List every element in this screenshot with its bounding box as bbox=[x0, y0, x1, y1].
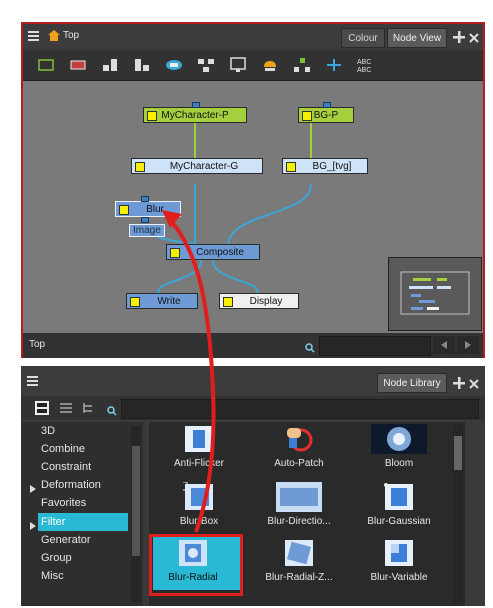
group-in-icon[interactable] bbox=[101, 57, 119, 73]
ungroup-icon[interactable] bbox=[165, 57, 183, 73]
node-view-header: Top Colour Node View bbox=[23, 24, 483, 50]
node-item-blur-radial-zoom[interactable]: Blur-Radial-Z... bbox=[249, 538, 349, 583]
node-image-label: Image bbox=[129, 224, 165, 237]
node-canvas[interactable]: MyCharacter-P BG-P MyCharacter-G BG_[tvg… bbox=[23, 81, 483, 333]
network-icon[interactable] bbox=[197, 57, 215, 73]
scroll-left-icon[interactable] bbox=[433, 336, 455, 354]
navigator-minimap[interactable] bbox=[388, 257, 482, 331]
search-icon[interactable] bbox=[107, 403, 117, 416]
branch-icon[interactable] bbox=[325, 57, 343, 73]
breadcrumb[interactable]: Top bbox=[63, 30, 79, 41]
node-port[interactable] bbox=[192, 102, 200, 108]
cloud-icon[interactable] bbox=[261, 57, 279, 73]
category-combine[interactable]: Combine bbox=[41, 440, 85, 458]
node-item-blur-variable[interactable]: Blur-Variable bbox=[349, 538, 449, 583]
node-view-panel: Top Colour Node View ABC ABC MyCharacter… bbox=[21, 22, 485, 358]
search-icon[interactable] bbox=[305, 340, 315, 353]
node-item-bloom[interactable]: Bloom bbox=[349, 424, 449, 469]
category-deformation[interactable]: Deformation bbox=[41, 476, 101, 494]
node-item-blur-directional[interactable]: Blur-Directio... bbox=[249, 482, 349, 527]
node-library-panel: Node Library 3D Combine Constraint Defor… bbox=[21, 366, 485, 606]
scroll-right-icon[interactable] bbox=[457, 336, 479, 354]
tab-node-library[interactable]: Node Library bbox=[377, 373, 447, 393]
node-library-header: Node Library bbox=[21, 366, 485, 396]
category-favorites[interactable]: Favorites bbox=[41, 494, 86, 512]
node-library-toolbar bbox=[21, 396, 485, 420]
category-list: 3D Combine Constraint Deformation Favori… bbox=[21, 422, 143, 606]
menu-icon[interactable] bbox=[28, 29, 40, 41]
node-mycharacter-p[interactable]: MyCharacter-P bbox=[143, 107, 247, 123]
tab-colour[interactable]: Colour bbox=[341, 28, 385, 48]
add-tab-icon[interactable] bbox=[453, 30, 465, 43]
node-write[interactable]: Write bbox=[126, 293, 198, 309]
grid-scrollbar[interactable] bbox=[453, 424, 463, 604]
blur-gaussian-icon bbox=[383, 482, 415, 512]
node-composite[interactable]: Composite bbox=[166, 244, 260, 260]
blur-box-icon bbox=[178, 481, 215, 512]
category-filter[interactable]: Filter bbox=[41, 513, 65, 531]
node-port[interactable] bbox=[141, 217, 149, 223]
node-port[interactable] bbox=[323, 102, 331, 108]
node-blur[interactable]: Blur bbox=[115, 201, 181, 217]
node-mycharacter-g[interactable]: MyCharacter-G bbox=[131, 158, 263, 174]
node-item-blur-gaussian[interactable]: Blur-Gaussian bbox=[349, 482, 449, 527]
node-view-toolbar: ABC ABC bbox=[23, 50, 483, 81]
node-display[interactable]: Display bbox=[219, 293, 299, 309]
footer-breadcrumb: Top bbox=[29, 339, 46, 350]
expand-arrow-icon[interactable] bbox=[30, 480, 36, 493]
group-out-icon[interactable] bbox=[133, 57, 151, 73]
category-3d[interactable]: 3D bbox=[41, 422, 55, 440]
category-generator[interactable]: Generator bbox=[41, 531, 91, 549]
tree-icon[interactable] bbox=[293, 57, 311, 73]
drawing-icon[interactable] bbox=[69, 57, 87, 73]
category-misc[interactable]: Misc bbox=[41, 567, 64, 585]
menu-icon[interactable] bbox=[27, 374, 39, 386]
peg-icon[interactable] bbox=[37, 57, 55, 73]
highlight-box bbox=[149, 534, 243, 596]
node-port[interactable] bbox=[141, 196, 149, 202]
category-constraint[interactable]: Constraint bbox=[41, 458, 91, 476]
close-icon[interactable] bbox=[469, 376, 479, 389]
node-item-auto-patch[interactable]: Auto-Patch bbox=[249, 424, 349, 469]
tab-node-view[interactable]: Node View bbox=[387, 28, 447, 48]
expand-arrow-icon[interactable] bbox=[30, 517, 36, 530]
node-view-footer: Top bbox=[23, 333, 483, 358]
auto-patch-icon bbox=[283, 424, 315, 454]
bloom-icon bbox=[371, 424, 427, 454]
blur-directional-icon bbox=[276, 482, 322, 512]
category-group[interactable]: Group bbox=[41, 549, 72, 567]
node-bg-tvg[interactable]: BG_[tvg] bbox=[282, 158, 368, 174]
list-view-icon[interactable] bbox=[59, 401, 73, 415]
node-item-blur-box[interactable]: Blur-Box bbox=[149, 481, 249, 527]
display-icon[interactable] bbox=[229, 57, 247, 73]
search-input[interactable] bbox=[319, 336, 431, 356]
anti-flicker-icon bbox=[183, 424, 215, 454]
text-replace-icon[interactable]: ABC ABC bbox=[357, 57, 375, 74]
node-bg-p[interactable]: BG-P bbox=[298, 107, 354, 123]
home-icon[interactable] bbox=[47, 29, 61, 42]
svg-text:ABC: ABC bbox=[357, 59, 371, 66]
blur-radial-zoom-icon bbox=[283, 538, 315, 568]
library-search-input[interactable] bbox=[121, 399, 479, 419]
blur-variable-icon bbox=[383, 538, 415, 568]
tree-view-icon[interactable] bbox=[81, 401, 95, 415]
category-scrollbar[interactable] bbox=[131, 426, 141, 602]
thumbnail-view-icon[interactable] bbox=[35, 401, 49, 415]
svg-text:ABC: ABC bbox=[357, 67, 371, 73]
node-item-anti-flicker[interactable]: Anti-Flicker bbox=[149, 424, 249, 469]
close-icon[interactable] bbox=[469, 30, 479, 43]
add-tab-icon[interactable] bbox=[453, 376, 465, 389]
